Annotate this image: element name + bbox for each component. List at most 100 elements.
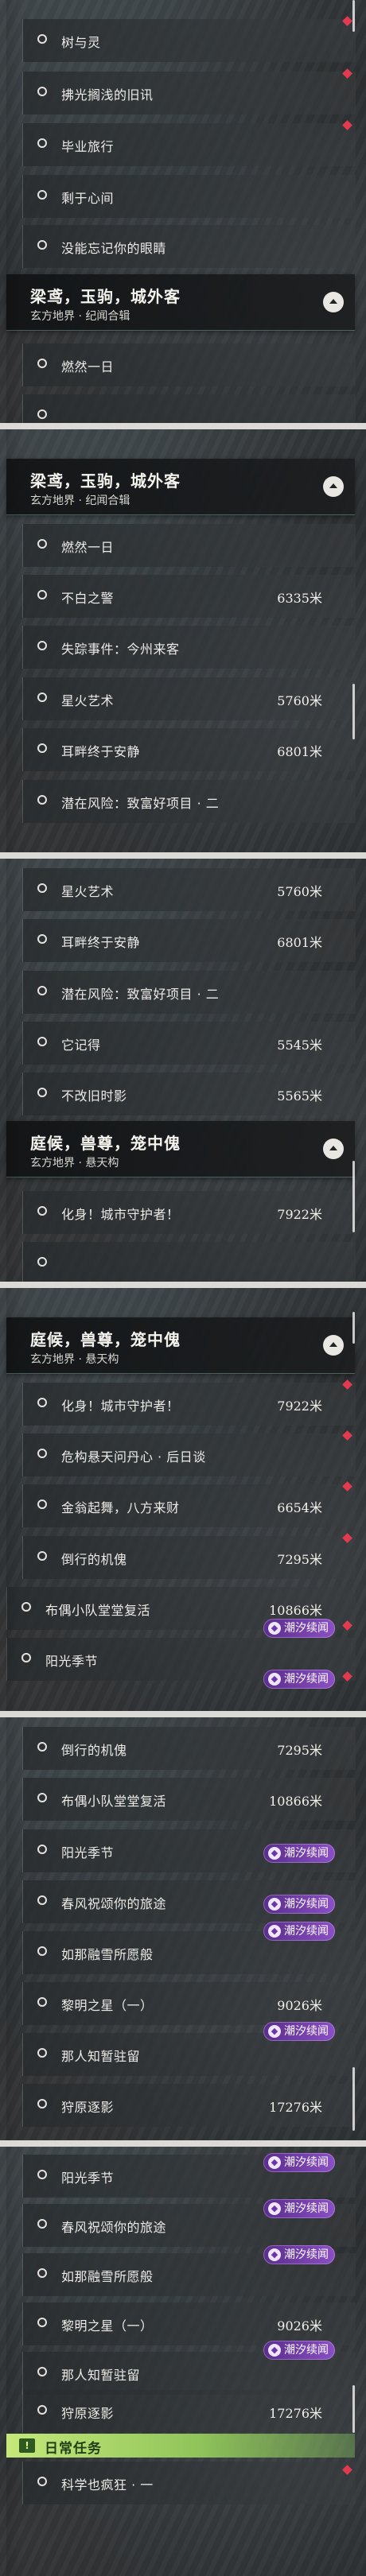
quest-title: 没能忘记你的眼睛 xyxy=(61,241,167,256)
quest-row[interactable]: 潜在风险：致富好项目 · 二 xyxy=(22,780,356,823)
badge-label: 潮汐续闻 xyxy=(284,2025,329,2038)
ring-icon xyxy=(37,1499,47,1509)
scrollbar[interactable] xyxy=(352,2067,355,2131)
quest-row[interactable]: 耳畔终于安静 6801米 xyxy=(22,919,356,962)
quest-title: 如那融雪所愿般 xyxy=(61,1947,154,1962)
tide-badge: ◆ 潮汐续闻 xyxy=(263,1670,335,1689)
badge-label: 潮汐续闻 xyxy=(284,1673,329,1686)
quest-row[interactable]: 布偶小队堂堂复活 10866米 xyxy=(22,1778,356,1821)
tide-icon: ◆ xyxy=(268,1673,281,1686)
quest-row[interactable] xyxy=(22,394,356,423)
quest-row[interactable]: 耳畔终于安静 6801米 xyxy=(22,728,356,771)
tide-badge: ◆ 潮汐续闻 xyxy=(263,2153,335,2172)
quest-title: 阳光季节 xyxy=(45,1654,99,1669)
quest-title: 狩原逐影 xyxy=(61,2406,115,2421)
section-title: 庭候，兽尊，笼中傀 xyxy=(30,1134,181,1153)
quest-row[interactable]: 危构悬天问丹心 · 后日谈 xyxy=(22,1430,356,1476)
quest-row[interactable]: 那人知暂驻留 ◆ 潮汐续闻 xyxy=(22,2341,356,2395)
quest-row[interactable]: 阳光季节 ◆ 潮汐续闻 ◆ 潮汐续闻 xyxy=(6,1619,356,1689)
ring-icon xyxy=(37,2477,47,2486)
quest-title: 潜在风险：致富好项目 · 二 xyxy=(61,796,220,811)
quest-row[interactable]: 星火艺术 5760米 xyxy=(22,868,356,911)
quest-row[interactable]: 它记得 5545米 xyxy=(22,1022,356,1065)
section-subtitle: 玄方地界 · 纪闻合辑 xyxy=(30,310,130,323)
quest-row[interactable]: 星火艺术 5760米 xyxy=(22,677,356,720)
quest-row[interactable]: 如那融雪所愿般 ◆ 潮汐续闻 xyxy=(22,2245,356,2296)
quest-row[interactable]: 没能忘记你的眼睛 xyxy=(22,225,356,268)
quest-row[interactable]: 科学也疯狂 · 一 xyxy=(22,2462,356,2504)
section-subtitle: 玄方地界 · 悬天构 xyxy=(30,1353,119,1366)
quest-title: 金翁起舞，八方来财 xyxy=(61,1500,180,1515)
quest-title: 拂光搁浅的旧讯 xyxy=(61,87,154,103)
quest-row[interactable]: 不白之警 6335米 xyxy=(22,575,356,618)
quest-row[interactable]: 狩原逐影 17276米 xyxy=(22,2390,356,2433)
tide-badge: ◆ 潮汐续闻 xyxy=(263,1619,335,1638)
chevron-up-icon[interactable] xyxy=(323,476,344,497)
tide-icon: ◆ xyxy=(268,2202,281,2215)
quest-row[interactable]: 燃然一日 xyxy=(22,524,356,567)
quest-title: 树与灵 xyxy=(61,35,101,50)
quest-row[interactable]: 如那融雪所愿般 ◆ 潮汐续闻 xyxy=(22,1922,356,1974)
quest-row[interactable]: 树与灵 xyxy=(22,16,356,62)
badge-label: 潮汐续闻 xyxy=(284,1925,329,1938)
red-diamond-icon xyxy=(342,1430,352,1441)
quest-row[interactable]: 失踪事件：今州来客 xyxy=(22,626,356,669)
section-header-xuanfang[interactable]: 梁鸢，玉驹，城外客 玄方地界 · 纪闻合辑 xyxy=(6,459,355,515)
badge-label: 潮汐续闻 xyxy=(284,2156,329,2169)
scrollbar[interactable] xyxy=(352,2385,355,2433)
quest-title: 危构悬天问丹心 · 后日谈 xyxy=(61,1449,206,1465)
quest-distance: 6801米 xyxy=(277,744,322,759)
badge-label: 潮汐续闻 xyxy=(284,2344,329,2357)
quest-row[interactable] xyxy=(22,1242,356,1282)
quest-row[interactable]: 狩原逐影 17276米 xyxy=(22,2084,356,2127)
section-header-tingshou[interactable]: 庭候，兽尊，笼中傀 玄方地界 · 悬天构 xyxy=(6,1121,355,1177)
quest-distance: 7922米 xyxy=(277,1399,322,1414)
quest-distance: 6335米 xyxy=(277,591,322,606)
scrollbar[interactable] xyxy=(352,1161,355,1232)
quest-title: 布偶小队堂堂复活 xyxy=(61,1794,167,1809)
quest-title: 倒行的机傀 xyxy=(61,1552,127,1567)
quest-row[interactable]: 黎明之星（一） 9026米 xyxy=(22,1982,356,2025)
tide-badge: ◆ 潮汐续闻 xyxy=(263,1844,335,1863)
quest-row[interactable]: 不改旧时影 5565米 xyxy=(22,1073,356,1115)
quest-title: 黎明之星（一） xyxy=(61,2318,154,2334)
section-header-xuanfang[interactable]: 梁鸢，玉驹，城外客 玄方地界 · 纪闻合辑 xyxy=(6,274,355,331)
chevron-up-icon[interactable] xyxy=(323,1335,344,1356)
quest-row[interactable]: 化身！城市守护者！ 7922米 xyxy=(22,1379,356,1426)
quest-row[interactable]: 倒行的机傀 7295米 xyxy=(22,1727,356,1770)
quest-row[interactable]: 拂光搁浅的旧讯 xyxy=(22,68,356,114)
ring-icon xyxy=(37,2099,47,2109)
quest-row[interactable]: 剩于心间 xyxy=(22,175,356,218)
ring-icon xyxy=(37,883,47,893)
ring-icon xyxy=(21,1602,31,1612)
scrollbar[interactable] xyxy=(352,1312,355,1344)
scrollbar[interactable] xyxy=(352,0,355,32)
ring-icon xyxy=(37,1845,47,1854)
quest-row[interactable]: 倒行的机傀 7295米 xyxy=(22,1533,356,1579)
ring-icon xyxy=(37,87,47,96)
quest-row[interactable]: 春风祝颂你的旅途 ◆ 潮汐续闻 xyxy=(22,1880,356,1923)
quest-row[interactable]: 阳光季节 ◆ 潮汐续闻 xyxy=(22,2153,356,2198)
quest-row[interactable]: 阳光季节 ◆ 潮汐续闻 xyxy=(22,1829,356,1872)
quest-row[interactable]: 那人知暂驻留 ◆ 潮汐续闻 xyxy=(22,2022,356,2076)
quest-row[interactable]: 黎明之星（一） 9026米 xyxy=(22,2302,356,2345)
ring-icon xyxy=(37,190,47,200)
section-title: 日常任务 xyxy=(45,2441,102,2457)
chevron-up-icon[interactable] xyxy=(323,292,344,312)
section-header-daily[interactable]: ! 日常任务 xyxy=(6,2434,355,2458)
red-diamond-icon xyxy=(342,1533,352,1543)
quest-row[interactable]: 春风祝颂你的旅途 ◆ 潮汐续闻 xyxy=(22,2199,356,2247)
scrollbar[interactable] xyxy=(352,684,355,739)
ring-icon xyxy=(37,641,47,650)
section-subtitle: 玄方地界 · 纪闻合辑 xyxy=(30,495,130,507)
quest-row[interactable]: 化身！城市守护者！ 7922米 xyxy=(22,1191,356,1234)
quest-row[interactable]: 毕业旅行 xyxy=(22,120,356,166)
chevron-up-icon[interactable] xyxy=(323,1139,344,1159)
quest-row[interactable]: 潜在风险：致富好项目 · 二 xyxy=(22,971,356,1014)
quest-title: 狩原逐影 xyxy=(61,2100,115,2115)
tide-icon: ◆ xyxy=(268,1847,281,1860)
quest-row[interactable]: 金翁起舞，八方来财 6654米 xyxy=(22,1481,356,1527)
section-header-tingshou[interactable]: 庭候，兽尊，笼中傀 玄方地界 · 悬天构 xyxy=(6,1317,355,1374)
tide-badge: ◆ 潮汐续闻 xyxy=(263,2022,335,2041)
quest-row[interactable]: 燃然一日 xyxy=(22,343,356,386)
